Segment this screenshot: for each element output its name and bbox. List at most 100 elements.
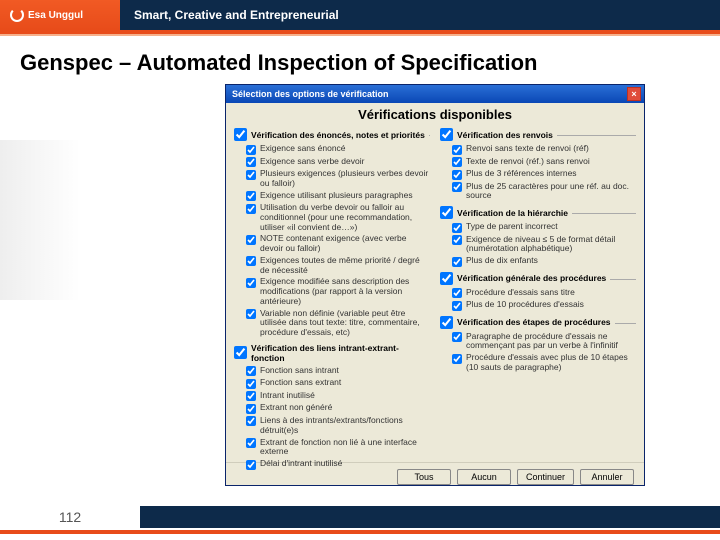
checkbox-row: NOTE contenant exigence (avec verbe devo… xyxy=(234,233,430,255)
group-checkbox-renvois[interactable] xyxy=(440,128,453,141)
checkbox-row: Fonction sans intrant xyxy=(234,365,430,378)
option-checkbox[interactable] xyxy=(452,235,462,245)
slide-footer: 112 xyxy=(0,506,720,528)
checkbox-row: Type de parent incorrect xyxy=(440,221,636,234)
option-label: Intrant inutilisé xyxy=(260,391,430,401)
dialog-titlebar[interactable]: Sélection des options de vérification × xyxy=(226,85,644,103)
option-checkbox[interactable] xyxy=(452,170,462,180)
checkbox-row: Utilisation du verbe devoir ou falloir a… xyxy=(234,202,430,233)
option-checkbox[interactable] xyxy=(452,354,462,364)
group-checkbox-liens[interactable] xyxy=(234,346,247,359)
slide-title: Genspec – Automated Inspection of Specif… xyxy=(0,36,720,84)
group-checkbox-hierarchie[interactable] xyxy=(440,206,453,219)
option-label: Plusieurs exigences (plusieurs verbes de… xyxy=(260,169,430,189)
option-checkbox[interactable] xyxy=(452,157,462,167)
checkbox-row: Fonction sans extrant xyxy=(234,377,430,390)
checkbox-row: Exigence de niveau ≤ 5 de format détail … xyxy=(440,234,636,256)
option-checkbox[interactable] xyxy=(246,278,256,288)
aucun-button[interactable]: Aucun xyxy=(457,469,511,485)
close-button[interactable]: × xyxy=(627,87,641,101)
group-label-procedures: Vérification générale des procédures xyxy=(457,273,606,283)
slide-header: Esa Unggul Smart, Creative and Entrepren… xyxy=(0,0,720,30)
option-label: Plus de 3 références internes xyxy=(466,169,636,179)
option-label: Plus de dix enfants xyxy=(466,256,636,266)
group-divider xyxy=(429,135,430,136)
option-label: Extrant non généré xyxy=(260,403,430,413)
option-label: Texte de renvoi (réf.) sans renvoi xyxy=(466,157,636,167)
option-checkbox[interactable] xyxy=(246,145,256,155)
option-label: Procédure d'essais avec plus de 10 étape… xyxy=(466,353,636,373)
option-checkbox[interactable] xyxy=(246,191,256,201)
option-label: Renvoi sans texte de renvoi (réf) xyxy=(466,144,636,154)
checkbox-row: Liens à des intrants/extrants/fonctions … xyxy=(234,415,430,437)
option-checkbox[interactable] xyxy=(246,404,256,414)
option-label: Plus de 10 procédures d'essais xyxy=(466,300,636,310)
group-items-procedures: Procédure d'essais sans titrePlus de 10 … xyxy=(440,287,636,312)
tagline: Smart, Creative and Entrepreneurial xyxy=(120,0,720,30)
checkbox-row: Extrant non généré xyxy=(234,402,430,415)
option-checkbox[interactable] xyxy=(246,379,256,389)
group-divider xyxy=(610,279,636,280)
option-label: Délai d'intrant inutilisé xyxy=(260,459,430,469)
checkbox-row: Renvoi sans texte de renvoi (réf) xyxy=(440,143,636,156)
option-checkbox[interactable] xyxy=(246,460,256,470)
checkbox-row: Plus de 25 caractères pour une réf. au d… xyxy=(440,181,636,203)
group-divider xyxy=(557,135,636,136)
tous-button[interactable]: Tous xyxy=(397,469,451,485)
checkbox-row: Texte de renvoi (réf.) sans renvoi xyxy=(440,156,636,169)
left-column: Vérification des énoncés, notes et prior… xyxy=(234,124,430,462)
option-label: NOTE contenant exigence (avec verbe devo… xyxy=(260,234,430,254)
option-checkbox[interactable] xyxy=(246,309,256,319)
group-label-enonces: Vérification des énoncés, notes et prior… xyxy=(251,130,425,140)
option-checkbox[interactable] xyxy=(246,170,256,180)
option-checkbox[interactable] xyxy=(452,182,462,192)
annuler-button[interactable]: Annuler xyxy=(580,469,634,485)
group-header-renvois: Vérification des renvois xyxy=(440,128,636,141)
checkbox-row: Plus de dix enfants xyxy=(440,255,636,268)
continuer-button[interactable]: Continuer xyxy=(517,469,574,485)
group-checkbox-enonces[interactable] xyxy=(234,128,247,141)
checkbox-row: Plus de 3 références internes xyxy=(440,168,636,181)
group-label-renvois: Vérification des renvois xyxy=(457,130,553,140)
option-checkbox[interactable] xyxy=(452,223,462,233)
option-checkbox[interactable] xyxy=(452,288,462,298)
option-checkbox[interactable] xyxy=(452,332,462,342)
option-label: Exigence de niveau ≤ 5 de format détail … xyxy=(466,235,636,255)
group-checkbox-etapes[interactable] xyxy=(440,316,453,329)
group-checkbox-procedures[interactable] xyxy=(440,272,453,285)
option-checkbox[interactable] xyxy=(246,256,256,266)
option-checkbox[interactable] xyxy=(246,391,256,401)
dialog-heading: Vérifications disponibles xyxy=(226,103,644,124)
option-checkbox[interactable] xyxy=(246,157,256,167)
group-divider xyxy=(615,323,636,324)
option-label: Exigence modifiée sans description des m… xyxy=(260,277,430,306)
dialog-title: Sélection des options de vérification xyxy=(232,89,389,99)
option-checkbox[interactable] xyxy=(246,235,256,245)
option-checkbox[interactable] xyxy=(452,301,462,311)
option-label: Exigence sans énoncé xyxy=(260,144,430,154)
checkbox-row: Procédure d'essais avec plus de 10 étape… xyxy=(440,352,636,374)
checkbox-row: Procédure d'essais sans titre xyxy=(440,287,636,300)
option-checkbox[interactable] xyxy=(246,438,256,448)
option-checkbox[interactable] xyxy=(246,204,256,214)
dialog-body: Vérification des énoncés, notes et prior… xyxy=(226,124,644,462)
option-label: Paragraphe de procédure d'essais ne comm… xyxy=(466,332,636,352)
option-checkbox[interactable] xyxy=(246,366,256,376)
option-checkbox[interactable] xyxy=(452,257,462,267)
side-decoration xyxy=(0,140,80,300)
checkbox-row: Plus de 10 procédures d'essais xyxy=(440,299,636,312)
group-label-etapes: Vérification des étapes de procédures xyxy=(457,317,611,327)
option-checkbox[interactable] xyxy=(246,416,256,426)
group-label-liens: Vérification des liens intrant-extrant-f… xyxy=(251,343,426,363)
option-checkbox[interactable] xyxy=(452,145,462,155)
option-label: Fonction sans intrant xyxy=(260,366,430,376)
group-items-liens: Fonction sans intrant Fonction sans extra… xyxy=(234,365,430,471)
group-items-renvois: Renvoi sans texte de renvoi (réf) Texte d… xyxy=(440,143,636,202)
option-label: Fonction sans extrant xyxy=(260,378,430,388)
option-label: Exigences toutes de même priorité / degr… xyxy=(260,256,430,276)
group-header-enonces: Vérification des énoncés, notes et prior… xyxy=(234,128,430,141)
option-label: Liens à des intrants/extrants/fonctions … xyxy=(260,416,430,436)
logo-swirl-icon xyxy=(10,8,24,22)
close-icon: × xyxy=(631,90,636,99)
logo-text: Esa Unggul xyxy=(28,10,83,21)
